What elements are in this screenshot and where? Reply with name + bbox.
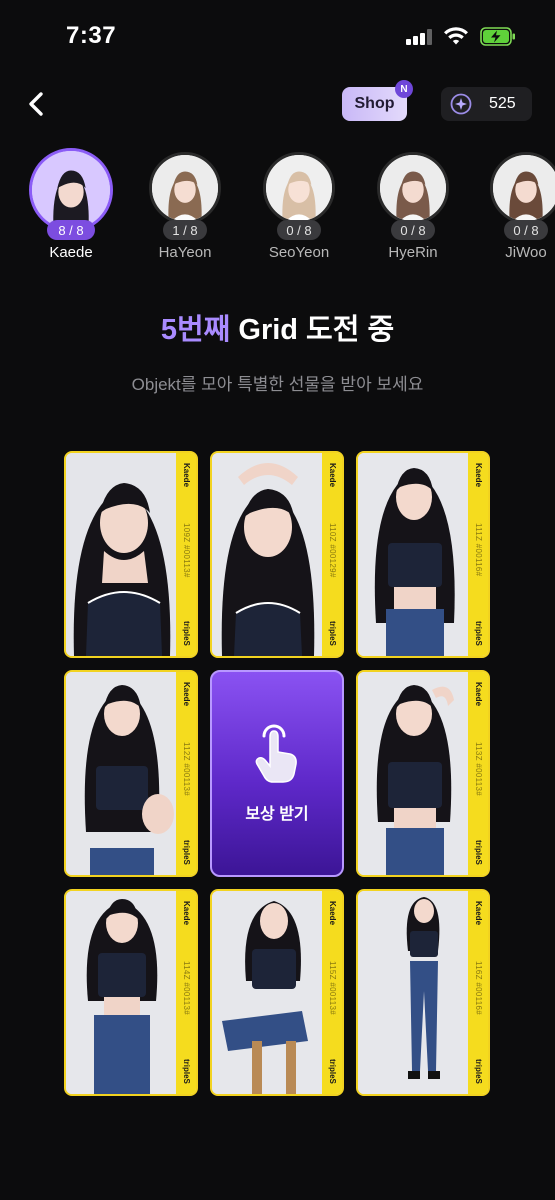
status-time: 7:37 — [66, 22, 117, 49]
objekt-brand: tripleS — [328, 621, 337, 646]
objekt-serial: 110Z #00129# — [328, 523, 337, 578]
objekt-member: Kaede — [474, 901, 483, 926]
status-bar: 7:37 — [0, 0, 555, 76]
objekt-brand: tripleS — [182, 1059, 191, 1084]
avatar — [377, 152, 449, 224]
member-selector: 8 / 8 Kaede 1 / 8 HaYeon 0 / 8 SeoYeon 0… — [0, 148, 555, 268]
grid-number: 5번째 — [160, 314, 231, 346]
grid-subtitle: Objekt를 모아 특별한 선물을 받아 보세요 — [131, 375, 424, 394]
objekt-photo — [66, 891, 178, 1094]
objekt-card[interactable]: Kaede 110Z #00129# tripleS — [210, 451, 344, 658]
member-collection-count: 0 / 8 — [504, 220, 548, 240]
objekt-serial: 109Z #00113# — [182, 523, 191, 578]
member-hyerin[interactable]: 0 / 8 HyeRin — [368, 148, 458, 266]
objekt-card[interactable]: Kaede 115Z #00113# tripleS — [210, 889, 344, 1096]
objekt-card[interactable]: Kaede 111Z #00116# tripleS — [356, 451, 490, 658]
back-chevron-icon[interactable] — [22, 88, 52, 120]
battery-charging-icon — [480, 27, 515, 46]
objekt-member: Kaede — [328, 463, 337, 488]
objekt-card[interactable]: Kaede 116Z #00116# tripleS — [356, 889, 490, 1096]
objekt-label-strip: Kaede 115Z #00113# tripleS — [322, 891, 342, 1094]
objekt-serial: 111Z #00116# — [474, 523, 483, 577]
objekt-photo — [212, 453, 324, 656]
member-name: HaYeon — [158, 244, 212, 261]
tap-hand-icon — [255, 724, 297, 783]
objekt-serial: 114Z #00113# — [182, 961, 191, 1016]
objekt-member: Kaede — [182, 463, 191, 488]
member-collection-count: 8 / 8 — [47, 220, 95, 240]
objekt-photo — [66, 672, 178, 875]
shop-button-label: Shop — [354, 95, 395, 112]
objekt-member: Kaede — [182, 682, 191, 707]
member-name: Kaede — [49, 244, 93, 261]
grid-title: 5번째 Grid 도전 중 — [0, 306, 555, 348]
member-name: HyeRin — [388, 244, 438, 261]
avatar — [149, 152, 221, 224]
objekt-label-strip: Kaede 109Z #00113# tripleS — [176, 453, 196, 656]
objekt-photo — [66, 453, 178, 656]
member-kaede[interactable]: 8 / 8 Kaede — [26, 148, 116, 266]
objekt-label-strip: Kaede 116Z #00116# tripleS — [468, 891, 488, 1094]
cellular-signal-icon — [406, 29, 432, 45]
avatar — [490, 152, 555, 224]
member-collection-count: 0 / 8 — [277, 220, 321, 240]
avatar — [263, 152, 335, 224]
claim-reward-button[interactable]: 보상 받기 — [210, 670, 344, 877]
objekt-serial: 112Z #00113# — [182, 742, 191, 797]
coin-count: 525 — [489, 95, 516, 112]
objekt-photo — [358, 453, 470, 656]
member-hayeon[interactable]: 1 / 8 HaYeon — [140, 148, 230, 266]
new-badge: N — [395, 80, 413, 98]
grid-title-text: Grid 도전 중 — [230, 314, 395, 346]
objekt-label-strip: Kaede 114Z #00113# tripleS — [176, 891, 196, 1094]
objekt-card[interactable]: Kaede 113Z #00113# tripleS — [356, 670, 490, 877]
objekt-card[interactable]: Kaede 112Z #00113# tripleS — [64, 670, 198, 877]
objekt-photo — [358, 891, 470, 1094]
objekt-brand: tripleS — [328, 1059, 337, 1084]
objekt-member: Kaede — [474, 682, 483, 707]
member-name: JiWoo — [505, 244, 547, 261]
coin-balance-button[interactable]: 525 — [441, 87, 532, 121]
objekt-label-strip: Kaede 112Z #00113# tripleS — [176, 672, 196, 875]
objekt-member: Kaede — [182, 901, 191, 926]
wifi-icon — [444, 27, 468, 45]
objekt-label-strip: Kaede 110Z #00129# tripleS — [322, 453, 342, 656]
objekt-serial: 113Z #00113# — [474, 742, 483, 797]
member-jiwoo[interactable]: 0 / 8 JiWoo — [481, 148, 555, 266]
claim-reward-label: 보상 받기 — [245, 806, 309, 823]
member-name: SeoYeon — [268, 244, 330, 261]
objekt-member: Kaede — [328, 901, 337, 926]
objekt-brand: tripleS — [474, 840, 483, 865]
objekt-brand: tripleS — [474, 1059, 483, 1084]
objekt-brand: tripleS — [182, 840, 191, 865]
objekt-serial: 116Z #00116# — [474, 961, 483, 1016]
objekt-brand: tripleS — [474, 621, 483, 646]
objekt-card[interactable]: Kaede 109Z #00113# tripleS — [64, 451, 198, 658]
coin-icon — [450, 93, 472, 115]
member-collection-count: 0 / 8 — [391, 220, 435, 240]
objekt-label-strip: Kaede 113Z #00113# tripleS — [468, 672, 488, 875]
objekt-photo — [212, 891, 324, 1094]
objekt-serial: 115Z #00113# — [328, 961, 337, 1016]
objekt-grid: Kaede 109Z #00113# tripleS Kaede 110Z #0… — [64, 451, 492, 1099]
objekt-card[interactable]: Kaede 114Z #00113# tripleS — [64, 889, 198, 1096]
objekt-label-strip: Kaede 111Z #00116# tripleS — [468, 453, 488, 656]
member-collection-count: 1 / 8 — [163, 220, 207, 240]
objekt-photo — [358, 672, 470, 875]
member-seoyeon[interactable]: 0 / 8 SeoYeon — [254, 148, 344, 266]
objekt-member: Kaede — [474, 463, 483, 488]
objekt-brand: tripleS — [182, 621, 191, 646]
